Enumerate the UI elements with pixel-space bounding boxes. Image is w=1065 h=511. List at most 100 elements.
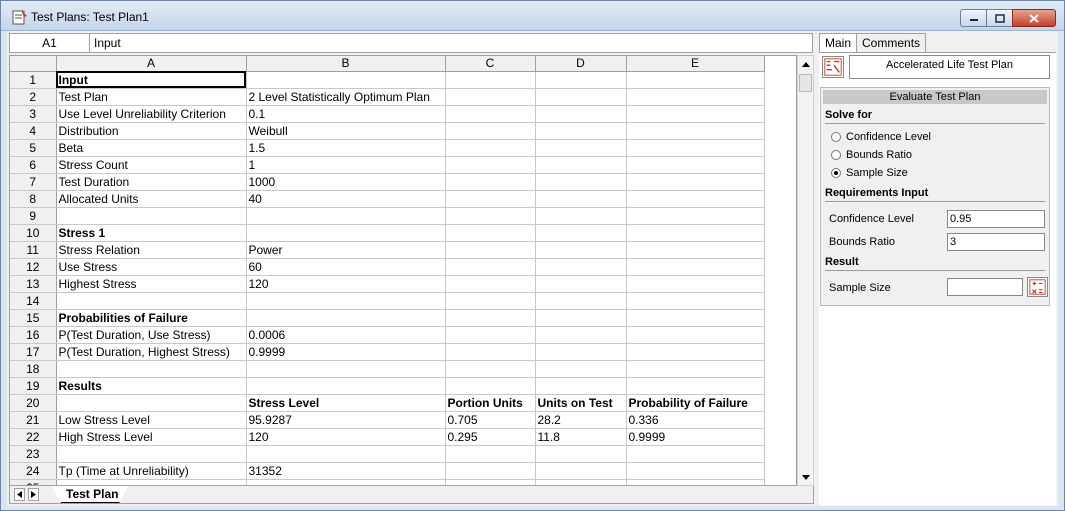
cell-b19[interactable] bbox=[246, 377, 446, 395]
row-header[interactable]: 14 bbox=[10, 292, 57, 310]
cell-c6[interactable] bbox=[445, 156, 536, 174]
cell-a19[interactable]: Results bbox=[56, 377, 247, 395]
cell-e20[interactable]: Probability of Failure bbox=[626, 394, 765, 412]
cell-c12[interactable] bbox=[445, 258, 536, 276]
cell-b9[interactable] bbox=[246, 207, 446, 225]
cell-a8[interactable]: Allocated Units bbox=[56, 190, 247, 208]
column-header-a[interactable]: A bbox=[56, 56, 247, 72]
radio-sample-size[interactable]: Sample Size bbox=[831, 166, 908, 180]
cell-e3[interactable] bbox=[626, 105, 765, 123]
cell-b16[interactable]: 0.0006 bbox=[246, 326, 446, 344]
cell-c10[interactable] bbox=[445, 224, 536, 242]
cell-e10[interactable] bbox=[626, 224, 765, 242]
close-button[interactable] bbox=[1012, 9, 1056, 27]
cell-a4[interactable]: Distribution bbox=[56, 122, 247, 140]
cell-a5[interactable]: Beta bbox=[56, 139, 247, 157]
cell-b3[interactable]: 0.1 bbox=[246, 105, 446, 123]
minimize-button[interactable] bbox=[960, 9, 987, 27]
scroll-thumb[interactable] bbox=[799, 74, 812, 92]
cell-d12[interactable] bbox=[535, 258, 627, 276]
cell-d15[interactable] bbox=[535, 309, 627, 327]
sheet-tab-test-plan[interactable]: Test Plan bbox=[52, 486, 129, 503]
cell-c18[interactable] bbox=[445, 360, 536, 378]
cell-e6[interactable] bbox=[626, 156, 765, 174]
cell-e23[interactable] bbox=[626, 445, 765, 463]
row-header[interactable]: 1 bbox=[10, 71, 57, 89]
cell-d8[interactable] bbox=[535, 190, 627, 208]
cell-e7[interactable] bbox=[626, 173, 765, 191]
cell-d6[interactable] bbox=[535, 156, 627, 174]
plan-type-icon[interactable] bbox=[822, 56, 844, 78]
cell-e4[interactable] bbox=[626, 122, 765, 140]
cell-a1[interactable]: Input bbox=[56, 71, 247, 89]
tab-comments[interactable]: Comments bbox=[856, 33, 927, 52]
cell-a23[interactable] bbox=[56, 445, 247, 463]
cell-e13[interactable] bbox=[626, 275, 765, 293]
cell-d9[interactable] bbox=[535, 207, 627, 225]
spreadsheet-grid[interactable]: A B C D E 1 Input 2 Test Plan 2 Level Statis… bbox=[9, 55, 797, 486]
cell-e18[interactable] bbox=[626, 360, 765, 378]
row-header[interactable]: 3 bbox=[10, 105, 57, 123]
formula-input[interactable]: Input bbox=[94, 34, 121, 52]
cell-c7[interactable] bbox=[445, 173, 536, 191]
cell-d11[interactable] bbox=[535, 241, 627, 259]
cell-c5[interactable] bbox=[445, 139, 536, 157]
cell-d20[interactable]: Units on Test bbox=[535, 394, 627, 412]
cell-d16[interactable] bbox=[535, 326, 627, 344]
cell-d10[interactable] bbox=[535, 224, 627, 242]
cell-a11[interactable]: Stress Relation bbox=[56, 241, 247, 259]
row-header[interactable]: 9 bbox=[10, 207, 57, 225]
cell-b8[interactable]: 40 bbox=[246, 190, 446, 208]
row-header[interactable]: 22 bbox=[10, 428, 57, 446]
row-header[interactable]: 25 bbox=[10, 479, 57, 485]
cell-a3[interactable]: Use Level Unreliability Criterion bbox=[56, 105, 247, 123]
cell-c20[interactable]: Portion Units bbox=[445, 394, 536, 412]
column-header-e[interactable]: E bbox=[626, 56, 765, 72]
cell-e17[interactable] bbox=[626, 343, 765, 361]
maximize-button[interactable] bbox=[986, 9, 1013, 27]
cell-a17[interactable]: P(Test Duration, Highest Stress) bbox=[56, 343, 247, 361]
cell-c11[interactable] bbox=[445, 241, 536, 259]
corner-header[interactable] bbox=[10, 56, 57, 72]
cell-d4[interactable] bbox=[535, 122, 627, 140]
cell-e12[interactable] bbox=[626, 258, 765, 276]
cell-c16[interactable] bbox=[445, 326, 536, 344]
cell-a14[interactable] bbox=[56, 292, 247, 310]
cell-b20[interactable]: Stress Level bbox=[246, 394, 446, 412]
cell-e9[interactable] bbox=[626, 207, 765, 225]
cell-d13[interactable] bbox=[535, 275, 627, 293]
row-header[interactable]: 2 bbox=[10, 88, 57, 106]
row-header[interactable]: 13 bbox=[10, 275, 57, 293]
cell-a16[interactable]: P(Test Duration, Use Stress) bbox=[56, 326, 247, 344]
cell-c9[interactable] bbox=[445, 207, 536, 225]
cell-a13[interactable]: Highest Stress bbox=[56, 275, 247, 293]
cell-b14[interactable] bbox=[246, 292, 446, 310]
row-header[interactable]: 23 bbox=[10, 445, 57, 463]
cell-e16[interactable] bbox=[626, 326, 765, 344]
cell-d2[interactable] bbox=[535, 88, 627, 106]
column-header-d[interactable]: D bbox=[535, 56, 627, 72]
cell-d17[interactable] bbox=[535, 343, 627, 361]
cell-b4[interactable]: Weibull bbox=[246, 122, 446, 140]
column-header-c[interactable]: C bbox=[445, 56, 536, 72]
scroll-up-button[interactable] bbox=[798, 56, 813, 72]
cell-b15[interactable] bbox=[246, 309, 446, 327]
cell-a15[interactable]: Probabilities of Failure bbox=[56, 309, 247, 327]
cell-d7[interactable] bbox=[535, 173, 627, 191]
cell-b23[interactable] bbox=[246, 445, 446, 463]
cell-c25[interactable] bbox=[445, 479, 536, 485]
cell-d18[interactable] bbox=[535, 360, 627, 378]
bounds-ratio-input[interactable]: 3 bbox=[947, 233, 1045, 251]
vertical-scrollbar[interactable] bbox=[797, 55, 814, 486]
radio-confidence-level[interactable]: Confidence Level bbox=[831, 130, 931, 144]
cell-b24[interactable]: 31352 bbox=[246, 462, 446, 480]
cell-b12[interactable]: 60 bbox=[246, 258, 446, 276]
cell-c15[interactable] bbox=[445, 309, 536, 327]
cell-e2[interactable] bbox=[626, 88, 765, 106]
cell-c24[interactable] bbox=[445, 462, 536, 480]
cell-c3[interactable] bbox=[445, 105, 536, 123]
cell-e1[interactable] bbox=[626, 71, 765, 89]
row-header[interactable]: 21 bbox=[10, 411, 57, 429]
cell-d23[interactable] bbox=[535, 445, 627, 463]
tab-prev-button[interactable] bbox=[14, 488, 25, 501]
